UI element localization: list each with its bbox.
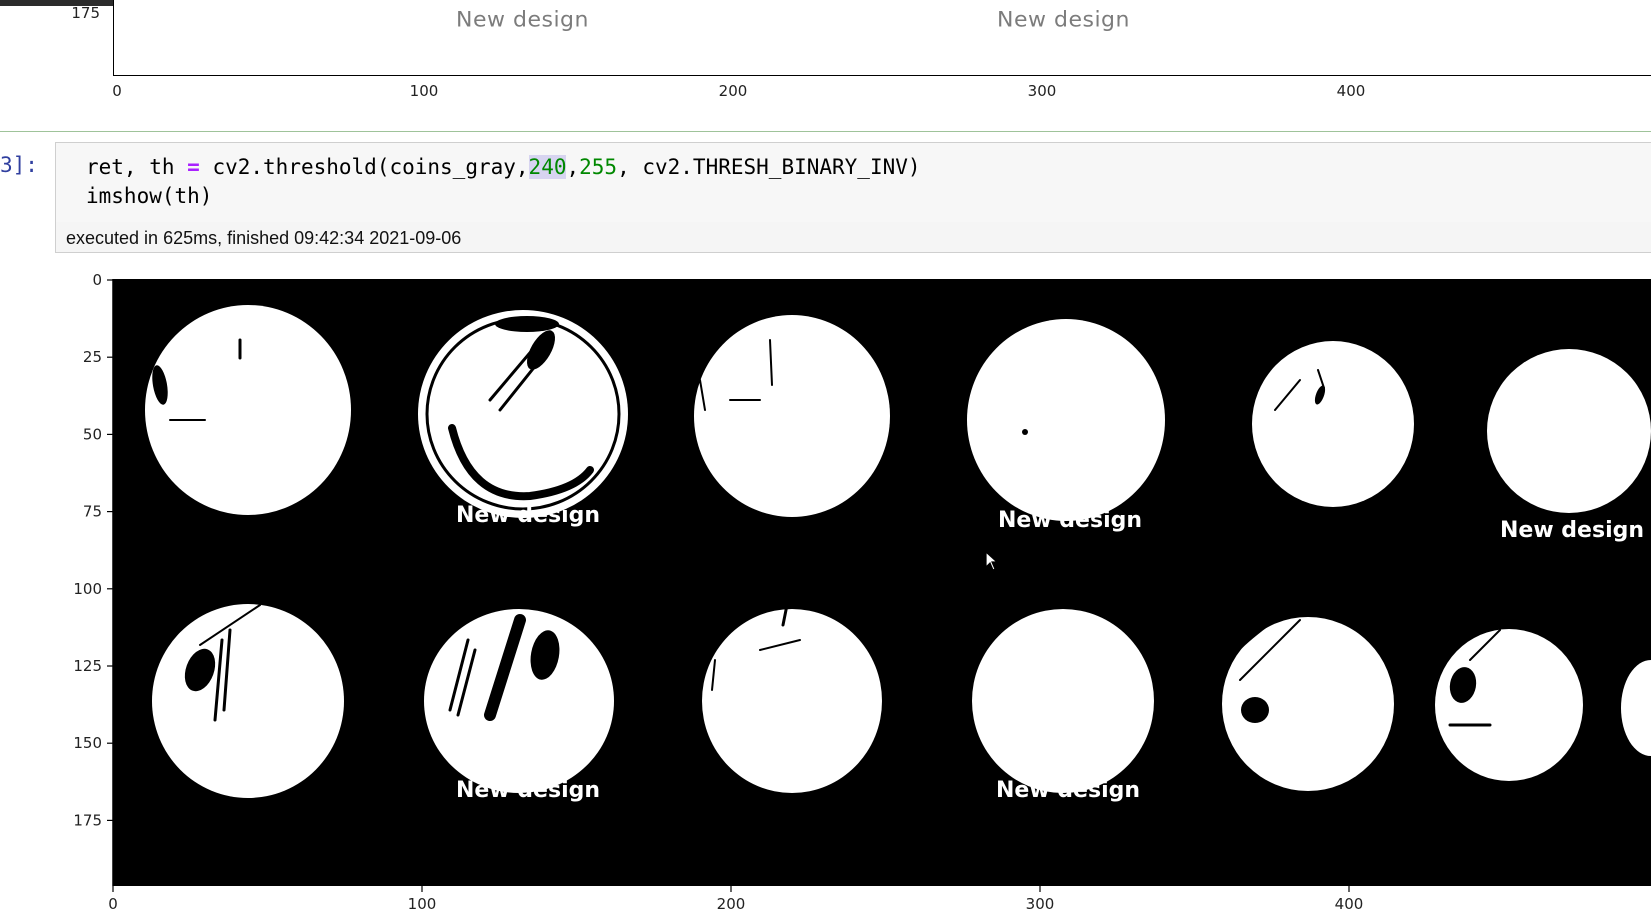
execution-status-text: executed in 625ms, finished 09:42:34 202… [66, 228, 462, 248]
image-text: New design [998, 508, 1142, 533]
y-tick-label: 175 [73, 811, 102, 829]
coin-dark-detail [1241, 697, 1269, 723]
x-tick-label: 100 [408, 895, 437, 913]
code-maxval-value: 255 [579, 155, 618, 179]
coin-blob [1252, 341, 1414, 507]
previous-xtick-label: 0 [112, 82, 122, 100]
image-background [113, 279, 1651, 886]
execution-status-bar: executed in 625ms, finished 09:42:34 202… [55, 222, 1651, 253]
code-token: ret, th [86, 155, 188, 179]
previous-xtick-label: 300 [1027, 82, 1057, 100]
previous-plot-axes [113, 0, 1651, 76]
coin-blob [1487, 349, 1651, 513]
x-tick-label: 200 [717, 895, 746, 913]
coin-blob [967, 319, 1165, 521]
image-text: New design [996, 778, 1140, 803]
x-tick-label: 400 [1335, 895, 1364, 913]
previous-image-text: New design [456, 8, 589, 33]
y-tick-label: 150 [73, 734, 102, 752]
x-tick-label: 0 [108, 895, 118, 913]
x-axis-ticks: 0 100 200 300 400 [108, 886, 1363, 913]
mouse-pointer-icon [985, 551, 999, 571]
coin-blob [418, 310, 628, 518]
coin-blob [972, 609, 1154, 793]
x-tick-label: 300 [1026, 895, 1055, 913]
code-token: , cv2.THRESH_BINARY_INV) [617, 155, 921, 179]
code-threshold-value: 240 [528, 155, 567, 179]
previous-xtick-label: 400 [1336, 82, 1366, 100]
y-axis-ticks: 0 25 50 75 100 125 150 175 [73, 271, 113, 829]
coin-blob [152, 604, 344, 798]
cell-divider [0, 131, 1651, 132]
y-tick-label: 50 [83, 425, 102, 443]
cell-prompt: 3]: [0, 153, 38, 177]
coin-blob [702, 609, 882, 793]
code-editor[interactable]: ret, th = cv2.threshold(coins_gray,240,2… [55, 142, 1651, 224]
coin-dark-detail [1022, 429, 1028, 435]
code-token: , [566, 155, 580, 179]
previous-xtick-label: 100 [409, 82, 439, 100]
previous-image-text: New design [997, 8, 1130, 33]
image-text: New design [456, 503, 600, 528]
thresholded-image-plot: New design New design New design New design… [73, 271, 1651, 913]
image-text: New design [456, 778, 600, 803]
image-text: New design [1500, 518, 1644, 543]
y-tick-label: 100 [73, 580, 102, 598]
y-tick-label: 75 [83, 503, 102, 521]
code-line-1[interactable]: ret, th = cv2.threshold(coins_gray,240,2… [86, 155, 921, 179]
code-token: cv2.threshold(coins_gray, [199, 155, 529, 179]
y-tick-label: 125 [73, 657, 102, 675]
y-tick-label: 25 [83, 348, 102, 366]
previous-ytick-label: 175 [71, 4, 100, 22]
code-operator: = [187, 155, 200, 179]
code-line-2[interactable]: imshow(th) [86, 184, 212, 208]
coin-blob [694, 315, 890, 517]
coin-blob [1435, 629, 1583, 781]
coin-dark-detail [495, 316, 559, 332]
y-tick-label: 0 [92, 271, 102, 289]
coin-blob [145, 305, 351, 515]
notebook-page: 175 0 100 200 300 400 New design New des… [0, 0, 1651, 913]
previous-xtick-label: 200 [718, 82, 748, 100]
